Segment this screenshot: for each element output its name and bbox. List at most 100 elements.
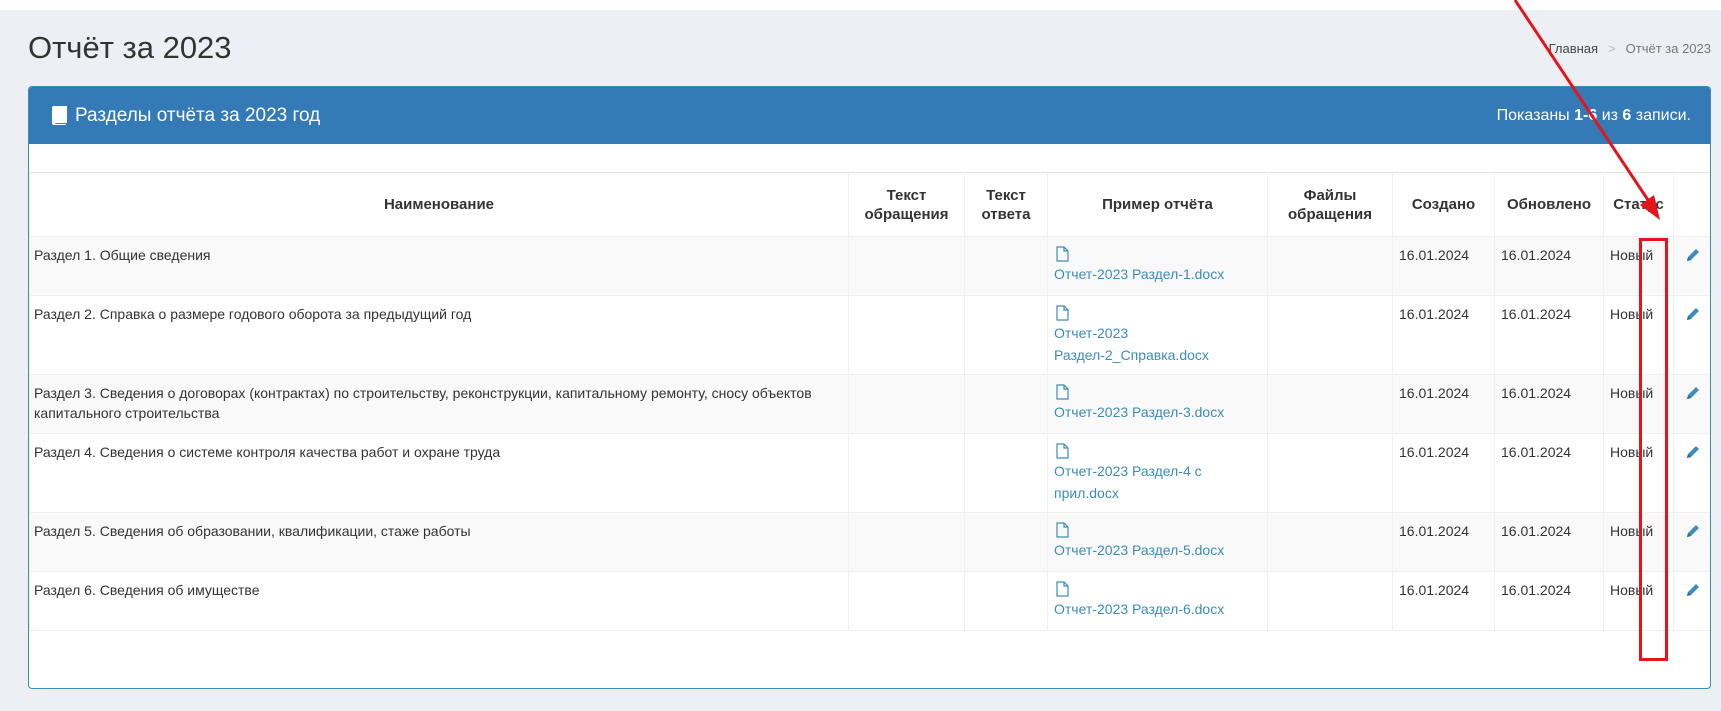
row-name: Раздел 3. Сведения о договорах (контракт… (29, 374, 849, 434)
col-updated[interactable]: Обновлено (1494, 172, 1604, 237)
pencil-icon[interactable] (1685, 444, 1701, 460)
table-row: Раздел 3. Сведения о договорах (контракт… (29, 374, 1710, 434)
row-sample: Отчет-2023 Раздел-5.docx (1047, 512, 1268, 572)
document-icon (1056, 305, 1069, 321)
row-status: Новый (1603, 571, 1674, 631)
row-updated: 16.01.2024 (1494, 295, 1604, 375)
panel-title-text: Разделы отчёта за 2023 год (75, 104, 321, 126)
row-created: 16.01.2024 (1392, 295, 1495, 375)
row-actions (1673, 571, 1710, 631)
row-request-files (1267, 236, 1393, 296)
row-created: 16.01.2024 (1392, 571, 1495, 631)
pencil-icon[interactable] (1685, 582, 1701, 598)
col-created[interactable]: Создано (1392, 172, 1495, 237)
col-sample[interactable]: Пример отчёта (1047, 172, 1268, 237)
row-updated: 16.01.2024 (1494, 374, 1604, 434)
table-row: Раздел 2. Справка о размере годового обо… (29, 295, 1710, 375)
sample-file-link[interactable]: Отчет-2023 Раздел-2_Справка.docx (1054, 322, 1209, 366)
sections-table: Наименование Текст обращения Текст ответ… (29, 172, 1710, 631)
row-answer-text (964, 433, 1048, 513)
summary-range: 1-6 (1574, 106, 1598, 124)
row-sample: Отчет-2023 Раздел-6.docx (1047, 571, 1268, 631)
breadcrumb-home-link[interactable]: Главная (1549, 41, 1598, 56)
pencil-icon[interactable] (1685, 306, 1701, 322)
row-actions (1673, 236, 1710, 296)
row-request-files (1267, 374, 1393, 434)
row-name: Раздел 2. Справка о размере годового обо… (29, 295, 849, 375)
table-header-row: Наименование Текст обращения Текст ответ… (29, 172, 1710, 237)
row-answer-text (964, 295, 1048, 375)
row-status: Новый (1603, 512, 1674, 572)
document-icon (1056, 443, 1069, 459)
row-name: Раздел 4. Сведения о системе контроля ка… (29, 433, 849, 513)
row-status: Новый (1603, 433, 1674, 513)
breadcrumb-separator: > (1608, 41, 1616, 56)
row-status: Новый (1603, 236, 1674, 296)
row-updated: 16.01.2024 (1494, 571, 1604, 631)
row-request-text (848, 512, 965, 572)
row-request-text (848, 571, 965, 631)
row-updated: 16.01.2024 (1494, 433, 1604, 513)
book-icon (52, 106, 67, 125)
table-row: Раздел 4. Сведения о системе контроля ка… (29, 433, 1710, 513)
table-row: Раздел 5. Сведения об образовании, квали… (29, 512, 1710, 572)
row-actions (1673, 374, 1710, 434)
row-name: Раздел 1. Общие сведения (29, 236, 849, 296)
row-actions (1673, 433, 1710, 513)
page-title: Отчёт за 2023 (28, 30, 232, 65)
pencil-icon[interactable] (1685, 247, 1701, 263)
row-updated: 16.01.2024 (1494, 512, 1604, 572)
row-created: 16.01.2024 (1392, 512, 1495, 572)
row-sample: Отчет-2023 Раздел-1.docx (1047, 236, 1268, 296)
row-request-text (848, 236, 965, 296)
pencil-icon[interactable] (1685, 385, 1701, 401)
row-sample: Отчет-2023 Раздел-2_Справка.docx (1047, 295, 1268, 375)
document-icon (1056, 522, 1069, 538)
sample-file-link[interactable]: Отчет-2023 Раздел-1.docx (1054, 263, 1261, 285)
row-request-files (1267, 295, 1393, 375)
sections-panel: Разделы отчёта за 2023 год Показаны 1-6 … (28, 86, 1711, 689)
row-answer-text (964, 374, 1048, 434)
sample-file-link[interactable]: Отчет-2023 Раздел-3.docx (1054, 401, 1261, 423)
document-icon (1056, 384, 1069, 400)
sample-file-link[interactable]: Отчет-2023 Раздел-4 с прил.docx (1054, 460, 1244, 504)
table-row: Раздел 1. Общие сведения Отчет-2023 Разд… (29, 236, 1710, 296)
row-request-files (1267, 512, 1393, 572)
row-sample: Отчет-2023 Раздел-3.docx (1047, 374, 1268, 434)
row-status: Новый (1603, 295, 1674, 375)
col-request-files[interactable]: Файлы обращения (1267, 172, 1393, 237)
top-strip (0, 0, 1721, 10)
row-name: Раздел 5. Сведения об образовании, квали… (29, 512, 849, 572)
row-request-text (848, 295, 965, 375)
col-name[interactable]: Наименование (29, 172, 849, 237)
row-answer-text (964, 571, 1048, 631)
breadcrumb: Главная > Отчёт за 2023 (1549, 41, 1711, 56)
records-summary: Показаны 1-6 из 6 записи. (1497, 107, 1691, 125)
row-request-text (848, 433, 965, 513)
document-icon (1056, 246, 1069, 262)
sample-file-link[interactable]: Отчет-2023 Раздел-5.docx (1054, 539, 1261, 561)
sample-file-link[interactable]: Отчет-2023 Раздел-6.docx (1054, 598, 1261, 620)
row-created: 16.01.2024 (1392, 236, 1495, 296)
row-sample: Отчет-2023 Раздел-4 с прил.docx (1047, 433, 1268, 513)
row-request-files (1267, 571, 1393, 631)
col-status[interactable]: Статус (1603, 172, 1674, 237)
summary-total: 6 (1622, 106, 1632, 124)
row-name: Раздел 6. Сведения об имуществе (29, 571, 849, 631)
row-actions (1673, 295, 1710, 375)
row-created: 16.01.2024 (1392, 374, 1495, 434)
row-status: Новый (1603, 374, 1674, 434)
panel-header: Разделы отчёта за 2023 год Показаны 1-6 … (29, 87, 1710, 144)
summary-prefix: Показаны (1496, 106, 1575, 124)
panel-title: Разделы отчёта за 2023 год (51, 105, 320, 127)
row-created: 16.01.2024 (1392, 433, 1495, 513)
col-answer-text[interactable]: Текст ответа (964, 172, 1048, 237)
summary-suffix: записи. (1631, 106, 1691, 124)
row-actions (1673, 512, 1710, 572)
row-request-files (1267, 433, 1393, 513)
col-actions (1673, 172, 1710, 237)
pencil-icon[interactable] (1685, 523, 1701, 539)
table-row: Раздел 6. Сведения об имуществе Отчет-20… (29, 571, 1710, 631)
col-request-text[interactable]: Текст обращения (848, 172, 965, 237)
row-request-text (848, 374, 965, 434)
